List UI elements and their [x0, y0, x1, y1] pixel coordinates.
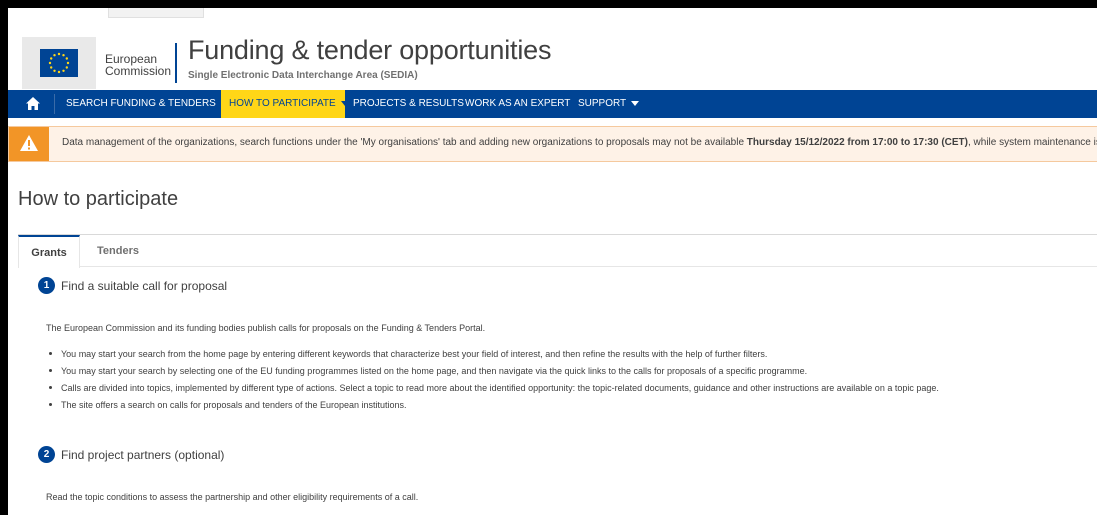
nav-projects-results[interactable]: PROJECTS & RESULTS	[353, 90, 464, 118]
notice-text-date: Thursday 15/12/2022 from 17:00 to 17:30 …	[746, 137, 968, 148]
step-number-badge: 2	[38, 446, 55, 463]
maintenance-notice: Data management of the organizations, se…	[8, 126, 1097, 162]
nav-search-funding-tenders[interactable]: SEARCH FUNDING & TENDERS	[66, 90, 229, 118]
page: European Commission Funding & tender opp…	[8, 8, 1097, 515]
nav-home[interactable]	[18, 90, 50, 118]
step-heading: 1 Find a suitable call for proposal	[38, 277, 227, 294]
list-item: The site offers a search on calls for pr…	[46, 399, 939, 416]
list-item: You may start your search by selecting o…	[46, 365, 939, 382]
nav-label: WORK AS AN EXPERT	[465, 98, 571, 109]
caret-down-icon	[631, 100, 640, 106]
browser-tab[interactable]	[108, 8, 204, 18]
nav-support[interactable]: SUPPORT	[578, 90, 640, 118]
participation-tabs: Grants Tenders	[18, 234, 1097, 268]
notice-text-before: Data management of the organizations, se…	[62, 137, 747, 148]
nav-how-to-participate[interactable]: HOW TO PARTICIPATE	[221, 90, 349, 118]
list-item: You may start your search from the home …	[46, 348, 939, 365]
step-number-badge: 1	[38, 277, 55, 294]
main-nav: SEARCH FUNDING & TENDERS HOW TO PARTICIP…	[8, 90, 1097, 118]
nav-label: PROJECTS & RESULTS	[353, 98, 464, 109]
org-name: European Commission	[105, 53, 171, 77]
step-heading: 2 Find project partners (optional)	[38, 446, 224, 463]
tab-tenders[interactable]: Tenders	[93, 235, 143, 267]
nav-separator	[54, 94, 55, 114]
step-intro: Read the topic conditions to assess the …	[46, 492, 419, 502]
org-name-line2: Commission	[105, 64, 172, 78]
step-bullet-list: You may start your search from the home …	[46, 348, 939, 416]
nav-work-as-expert[interactable]: WORK AS AN EXPERT	[465, 90, 570, 118]
site-title[interactable]: Funding & tender opportunities	[188, 35, 551, 66]
browser-tabstrip	[8, 8, 1097, 18]
eu-flag-icon	[40, 49, 78, 77]
step-intro: The European Commission and its funding …	[46, 323, 486, 333]
notice-icon-box	[9, 127, 49, 161]
ec-logo[interactable]	[22, 37, 96, 89]
nav-label: SUPPORT	[578, 98, 627, 109]
notice-text-after: , while system maintenance is being	[968, 137, 1097, 148]
nav-label: SEARCH FUNDING & TENDERS	[66, 98, 216, 109]
header-divider	[175, 43, 177, 83]
caret-down-icon	[340, 100, 349, 106]
site-subtitle: Single Electronic Data Interchange Area …	[188, 70, 418, 81]
notice-text: Data management of the organizations, se…	[62, 137, 1097, 148]
nav-label: HOW TO PARTICIPATE	[229, 98, 336, 109]
page-title: How to participate	[18, 188, 179, 210]
warning-icon	[20, 135, 38, 151]
tab-grants[interactable]: Grants	[18, 235, 80, 268]
step-title: Find project partners (optional)	[61, 447, 225, 462]
list-item: Calls are divided into topics, implement…	[46, 382, 939, 399]
home-icon	[26, 97, 40, 110]
step-title: Find a suitable call for proposal	[61, 278, 228, 293]
site-header: European Commission Funding & tender opp…	[8, 18, 1097, 92]
